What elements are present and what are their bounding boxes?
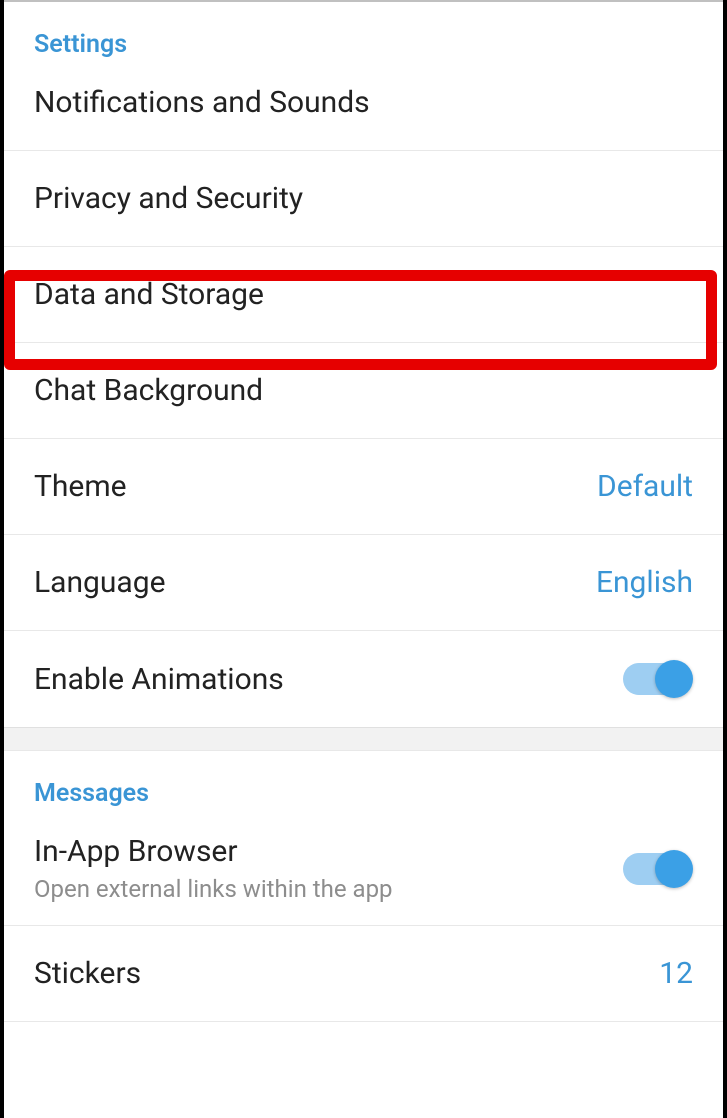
language-value: English xyxy=(596,565,693,600)
notifications-label: Notifications and Sounds xyxy=(34,85,370,120)
messages-section-header: Messages xyxy=(4,751,723,824)
browser-toggle[interactable] xyxy=(623,853,689,885)
stickers-value: 12 xyxy=(659,956,693,991)
toggle-knob-icon xyxy=(655,660,693,698)
browser-label: In-App Browser xyxy=(34,834,393,869)
settings-section-header: Settings xyxy=(4,2,723,75)
section-divider xyxy=(4,727,723,751)
theme-label: Theme xyxy=(34,469,127,504)
settings-item-language[interactable]: Language English xyxy=(4,535,723,631)
theme-value: Default xyxy=(597,469,693,504)
settings-item-privacy[interactable]: Privacy and Security xyxy=(4,151,723,247)
data-storage-label: Data and Storage xyxy=(34,277,264,312)
chat-background-label: Chat Background xyxy=(34,373,263,408)
animations-label: Enable Animations xyxy=(34,662,284,697)
settings-item-notifications[interactable]: Notifications and Sounds xyxy=(4,75,723,151)
settings-item-data-storage[interactable]: Data and Storage xyxy=(4,247,723,343)
privacy-label: Privacy and Security xyxy=(34,181,303,216)
animations-toggle[interactable] xyxy=(623,663,689,695)
settings-item-theme[interactable]: Theme Default xyxy=(4,439,723,535)
stickers-label: Stickers xyxy=(34,956,141,991)
messages-item-browser[interactable]: In-App Browser Open external links withi… xyxy=(4,824,723,926)
settings-item-animations[interactable]: Enable Animations xyxy=(4,631,723,727)
messages-item-stickers[interactable]: Stickers 12 xyxy=(4,926,723,1022)
language-label: Language xyxy=(34,565,166,600)
toggle-knob-icon xyxy=(655,850,693,888)
settings-item-chat-background[interactable]: Chat Background xyxy=(4,343,723,439)
browser-subtitle: Open external links within the app xyxy=(34,875,393,903)
